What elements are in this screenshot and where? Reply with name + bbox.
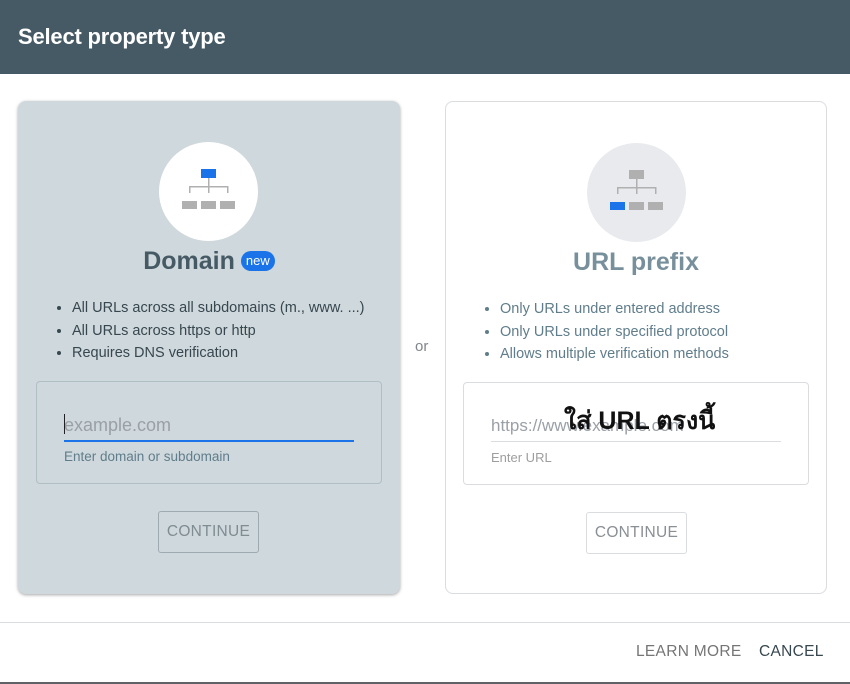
domain-feature-list: All URLs across all subdomains (m., www.… (52, 297, 365, 365)
dialog-title: Select property type (18, 24, 226, 49)
list-item: Only URLs under entered address (500, 298, 729, 321)
list-item: All URLs across all subdomains (m., www.… (72, 297, 365, 320)
domain-input[interactable] (64, 410, 354, 442)
url-helper-text: Enter URL (491, 450, 552, 465)
list-item: Only URLs under specified protocol (500, 321, 729, 344)
new-badge: new (240, 251, 275, 271)
dialog-header: Select property type (0, 0, 850, 74)
learn-more-button[interactable]: LEARN MORE (636, 643, 742, 661)
domain-icon-circle (159, 142, 258, 241)
domain-helper-text: Enter domain or subdomain (64, 449, 230, 464)
url-prefix-icon-circle (587, 143, 686, 242)
domain-input-container: Enter domain or subdomain (36, 381, 382, 484)
url-prefix-feature-list: Only URLs under entered address Only URL… (480, 298, 729, 366)
list-item: All URLs across https or http (72, 320, 365, 343)
url-prefix-continue-button[interactable]: CONTINUE (586, 512, 687, 554)
text-caret (64, 414, 65, 434)
footer-divider (0, 622, 850, 623)
domain-title-text: Domain (143, 247, 235, 275)
url-prefix-title: URL prefix (573, 248, 699, 276)
sitemap-icon (610, 170, 663, 210)
url-input-container: ใส่ URL ตรงนี้ Enter URL (463, 382, 809, 485)
domain-continue-button[interactable]: CONTINUE (158, 511, 259, 553)
domain-title: Domain new (18, 247, 400, 276)
annotation-text: ใส่ URL ตรงนี้ (564, 407, 716, 435)
list-item: Requires DNS verification (72, 342, 365, 365)
url-prefix-option-card[interactable]: URL prefix Only URLs under entered addre… (445, 101, 827, 594)
or-separator: or (415, 338, 429, 355)
list-item: Allows multiple verification methods (500, 343, 729, 366)
domain-option-card[interactable]: Domainnew All URLs across all subdomains… (18, 101, 400, 594)
sitemap-icon (182, 169, 235, 209)
cancel-button[interactable]: CANCEL (759, 643, 824, 661)
